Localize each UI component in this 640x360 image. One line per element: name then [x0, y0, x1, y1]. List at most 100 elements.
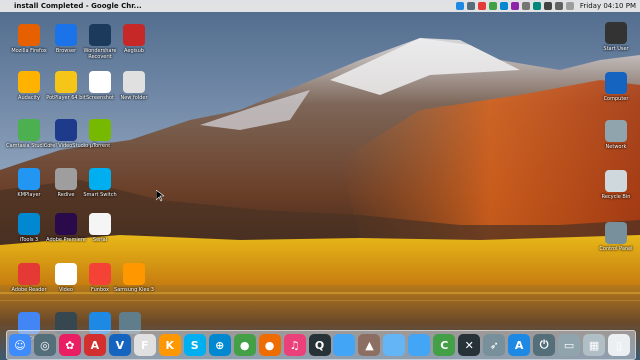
desktop-icon-label: Audacity	[18, 95, 40, 101]
kies-icon	[123, 263, 145, 285]
safari-icon[interactable]: ⊕	[208, 334, 231, 356]
desktop-icon[interactable]: New folder	[111, 71, 157, 101]
trash-icon	[605, 170, 627, 192]
desktop-icon-label: Smart Switch	[83, 192, 117, 198]
wifi-icon[interactable]	[543, 2, 552, 10]
premiere-icon	[55, 213, 77, 235]
itools-icon	[18, 213, 40, 235]
funbox-icon	[89, 263, 111, 285]
menu-status-area: Friday 04:10 PM	[455, 0, 636, 12]
quicktime-icon[interactable]: Q	[308, 334, 331, 356]
desktop-icon[interactable]: Smart Switch	[77, 168, 123, 198]
video-file-icon	[55, 263, 77, 285]
right-desktop-icon[interactable]: Network	[593, 120, 639, 150]
photos-icon[interactable]: ✿	[58, 334, 81, 356]
folder-icon[interactable]	[333, 334, 356, 356]
screen-icon[interactable]: ▭	[558, 334, 581, 356]
right-desktop-icon[interactable]: Control Panel	[593, 222, 639, 252]
right-icon-label: Start User	[603, 46, 629, 52]
potplayer-icon	[55, 71, 77, 93]
right-desktop-icon[interactable]: Computer	[593, 72, 639, 102]
dock: ☺ ◎ ✿ A V F K S ⊕ ● ● ♫ Q ▲ C ✕ ➶ A ⏻ ▭ ▦ ▯	[6, 330, 636, 360]
app-icon[interactable]	[466, 2, 475, 10]
desktop-icon-label: Mozilla Firefox	[11, 48, 47, 54]
right-desktop-icon[interactable]: Start User	[593, 22, 639, 52]
desktop-icon-label: KMPlayer	[17, 192, 41, 198]
sync-icon[interactable]	[532, 2, 541, 10]
photo-icon[interactable]	[510, 2, 519, 10]
desktop-icon[interactable]: Aegisub	[111, 24, 157, 54]
desktop-icon[interactable]: µTorrent	[77, 119, 123, 149]
finder-icon[interactable]: ☺	[9, 334, 31, 356]
user-icon	[605, 22, 627, 44]
right-icon-label: Control Panel	[599, 246, 633, 252]
camtasia-icon	[18, 119, 40, 141]
utorrent-icon	[89, 119, 111, 141]
power-icon[interactable]: ⏻	[533, 334, 556, 356]
aegisub-film-icon	[123, 24, 145, 46]
moon-icon	[89, 71, 111, 93]
folder-icon[interactable]	[383, 334, 406, 356]
firefox-icon[interactable]: ●	[258, 334, 281, 356]
active-app-title[interactable]: install Completed - Google Chr...	[14, 2, 142, 10]
right-desktop-icon[interactable]: Recycle Bin	[593, 170, 639, 200]
chat-icon[interactable]	[499, 2, 508, 10]
desktop-icon-label: µTorrent	[89, 143, 111, 149]
skype-s-icon	[89, 168, 111, 190]
desktop-icon-label: Adobe Reader	[11, 287, 47, 293]
videostudio-icon	[55, 119, 77, 141]
volume-icon[interactable]	[554, 2, 563, 10]
mountain-icon[interactable]: ▲	[358, 334, 381, 356]
rocket-icon[interactable]: ➶	[483, 334, 506, 356]
kmplayer-icon	[18, 168, 40, 190]
calendar-icon[interactable]	[488, 2, 497, 10]
network-icon	[605, 120, 627, 142]
menu-bar: install Completed - Google Chr... Friday…	[0, 0, 640, 12]
desktop-icon[interactable]: Samsung Kies 3	[111, 263, 157, 293]
desktop-icon-label: Browser	[55, 48, 77, 54]
mouse-cursor	[156, 190, 164, 202]
flag-icon[interactable]	[477, 2, 486, 10]
funbox-icon[interactable]: F	[133, 334, 156, 356]
battery-icon[interactable]	[565, 2, 574, 10]
redive-icon	[55, 168, 77, 190]
kies-icon[interactable]: K	[158, 334, 181, 356]
app-store-icon[interactable]: A	[508, 334, 531, 356]
desktop-icon[interactable]: Serial	[77, 213, 123, 243]
shield-icon[interactable]: V	[108, 334, 131, 356]
firefox-icon	[18, 24, 40, 46]
right-icon-label: Network	[605, 144, 627, 150]
dropbox-icon[interactable]	[455, 2, 464, 10]
acrobat-icon	[18, 263, 40, 285]
recoverit-icon[interactable]: ✕	[458, 334, 481, 356]
audacity-icon	[18, 71, 40, 93]
desktop-icon-label: iTools 3	[19, 237, 39, 243]
desktop-icon-label: Redive	[57, 192, 75, 198]
new-folder-icon	[123, 71, 145, 93]
launchpad-icon[interactable]: ◎	[33, 334, 56, 356]
folder-icon[interactable]	[408, 334, 431, 356]
desktop-icon-label: Serial	[92, 237, 108, 243]
skype-icon[interactable]: S	[183, 334, 206, 356]
text-file-icon	[89, 213, 111, 235]
camtasia-icon[interactable]: C	[433, 334, 456, 356]
trash-icon[interactable]: ▯	[608, 334, 631, 356]
desktop-icon-label: Samsung Kies 3	[114, 287, 154, 293]
trash-icon[interactable]	[521, 2, 530, 10]
desktop-icon-label: Screenshot	[86, 95, 114, 101]
control-panel-icon	[605, 222, 627, 244]
chrome-icon[interactable]: ●	[233, 334, 256, 356]
browser-shield-icon	[55, 24, 77, 46]
desktop-icon-label: Funbox	[91, 287, 109, 293]
menu-clock[interactable]: Friday 04:10 PM	[580, 2, 636, 10]
recoverit-icon	[89, 24, 111, 46]
computer-icon	[605, 72, 627, 94]
desktop-icon-label: Aegisub	[124, 48, 144, 54]
desktop-icon-label: New folder	[120, 95, 148, 101]
music-icon[interactable]: ♫	[283, 334, 306, 356]
desktop-icon-label: Video	[58, 287, 73, 293]
desktop-icon[interactable]: ▦	[583, 334, 606, 356]
right-icon-label: Computer	[603, 96, 629, 102]
acrobat-icon[interactable]: A	[83, 334, 106, 356]
right-icon-label: Recycle Bin	[601, 194, 631, 200]
